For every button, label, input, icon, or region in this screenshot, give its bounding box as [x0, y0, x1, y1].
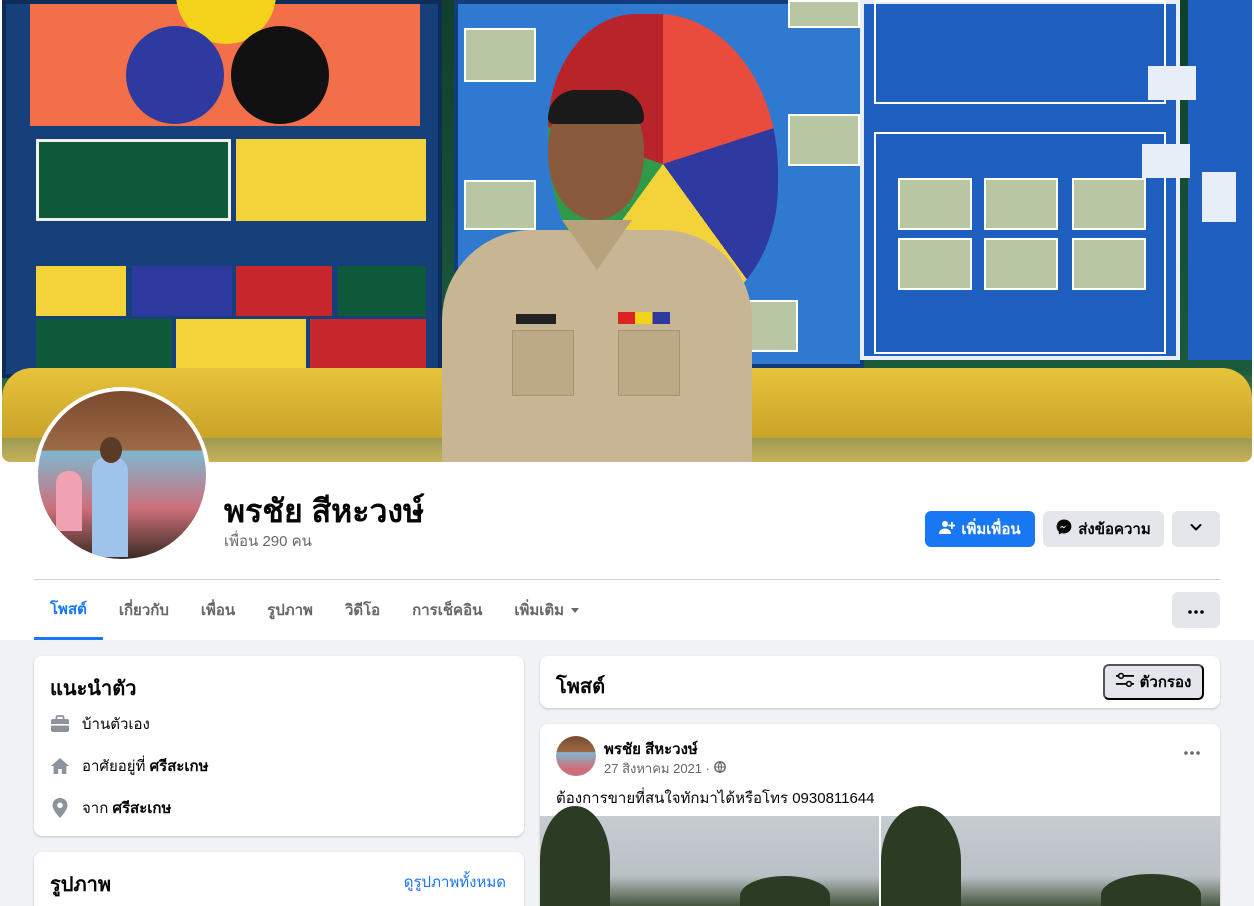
home-icon [50, 756, 70, 776]
photos-title: รูปภาพ [50, 874, 112, 896]
post-text: ต้องการขายที่สนใจทักมาได้หรือโทร 0930811… [556, 790, 875, 807]
post-options-button[interactable] [1184, 742, 1200, 760]
ellipsis-icon [1184, 742, 1200, 759]
post-author-avatar[interactable] [556, 736, 596, 776]
tab-videos[interactable]: วิดีโอ [329, 580, 396, 640]
tab-friends[interactable]: เพื่อน [185, 580, 251, 640]
post-date[interactable]: 27 สิงหาคม 2021 · [604, 758, 710, 779]
tab-about-label: เกี่ยวกับ [118, 602, 169, 619]
intro-lives-text: อาศัยอยู่ที่ ศรีสะเกษ [82, 758, 209, 775]
tab-videos-label: วิดีโอ [344, 602, 381, 619]
ellipsis-icon [1188, 601, 1204, 619]
profile-tabs: โพสต์ เกี่ยวกับ เพื่อน รูปภาพ วิดีโอ การ… [34, 580, 596, 640]
intro-row-from: จาก ศรีสะเกษ [50, 796, 171, 820]
post-photo[interactable] [881, 806, 1220, 906]
tab-about[interactable]: เกี่ยวกับ [103, 580, 185, 640]
posts-header-card: โพสต์ ตัวกรอง [540, 656, 1220, 708]
add-friend-label: เพิ่มเพื่อน [961, 521, 1021, 538]
tab-photos-label: รูปภาพ [267, 602, 313, 619]
intro-from-place[interactable]: ศรีสะเกษ [112, 800, 171, 817]
profile-options-button[interactable] [1172, 511, 1220, 547]
intro-title: แนะนำตัว [50, 678, 137, 700]
intro-lives-place[interactable]: ศรีสะเกษ [150, 758, 209, 775]
tab-checkins[interactable]: การเช็คอิน [396, 580, 498, 640]
photos-card: รูปภาพ ดูรูปภาพทั้งหมด [34, 852, 524, 906]
intro-work-text: บ้านตัวเอง [82, 716, 150, 733]
tab-more-label: เพิ่มเติม [514, 602, 565, 619]
cover-photo[interactable] [2, 0, 1252, 462]
see-all-photos-link[interactable]: ดูรูปภาพทั้งหมด [404, 870, 506, 894]
chevron-down-icon [1189, 520, 1203, 538]
tab-photos[interactable]: รูปภาพ [251, 580, 329, 640]
add-friend-button[interactable]: เพิ่มเพื่อน [925, 511, 1035, 547]
cover-person [442, 90, 752, 462]
tab-more[interactable]: เพิ่มเติม [498, 580, 596, 640]
avatar-photo [38, 391, 206, 559]
post-card: พรชัย สีหะวงษ์ 27 สิงหาคม 2021 · ต้องการ… [540, 724, 1220, 906]
posts-title: โพสต์ [556, 676, 606, 698]
tab-posts-label: โพสต์ [50, 600, 87, 618]
profile-header: พรชัย สีหะวงษ์ เพื่อน 290 คน เพิ่มเพื่อน… [0, 0, 1254, 640]
intro-from-text: จาก ศรีสะเกษ [82, 800, 172, 817]
cover-board-right [860, 0, 1180, 360]
message-button[interactable]: ส่งข้อความ [1043, 511, 1164, 547]
filter-label: ตัวกรอง [1139, 674, 1192, 691]
filter-icon [1115, 672, 1134, 692]
post-photo[interactable] [540, 806, 879, 906]
more-options-button[interactable] [1172, 592, 1220, 628]
message-label: ส่งข้อความ [1078, 521, 1151, 538]
tab-friends-label: เพื่อน [200, 602, 236, 619]
caret-down-icon [570, 602, 580, 619]
messenger-icon [1056, 519, 1072, 539]
friend-count[interactable]: เพื่อน 290 คน [224, 529, 312, 553]
intro-card: แนะนำตัว บ้านตัวเอง อาศัยอยู่ที่ ศรีสะเก… [34, 656, 524, 836]
cover-board-left [2, 0, 442, 378]
location-pin-icon [50, 798, 70, 818]
tab-checkins-label: การเช็คอิน [412, 602, 483, 619]
briefcase-icon [50, 714, 70, 734]
profile-avatar[interactable] [34, 387, 210, 563]
filter-button[interactable]: ตัวกรอง [1103, 664, 1204, 700]
tab-posts[interactable]: โพสต์ [34, 580, 103, 640]
globe-icon [714, 761, 726, 776]
intro-row-work: บ้านตัวเอง [50, 712, 150, 736]
add-friend-icon [939, 519, 956, 539]
intro-row-lives: อาศัยอยู่ที่ ศรีสะเกษ [50, 754, 209, 778]
post-meta: 27 สิงหาคม 2021 · [604, 758, 726, 779]
